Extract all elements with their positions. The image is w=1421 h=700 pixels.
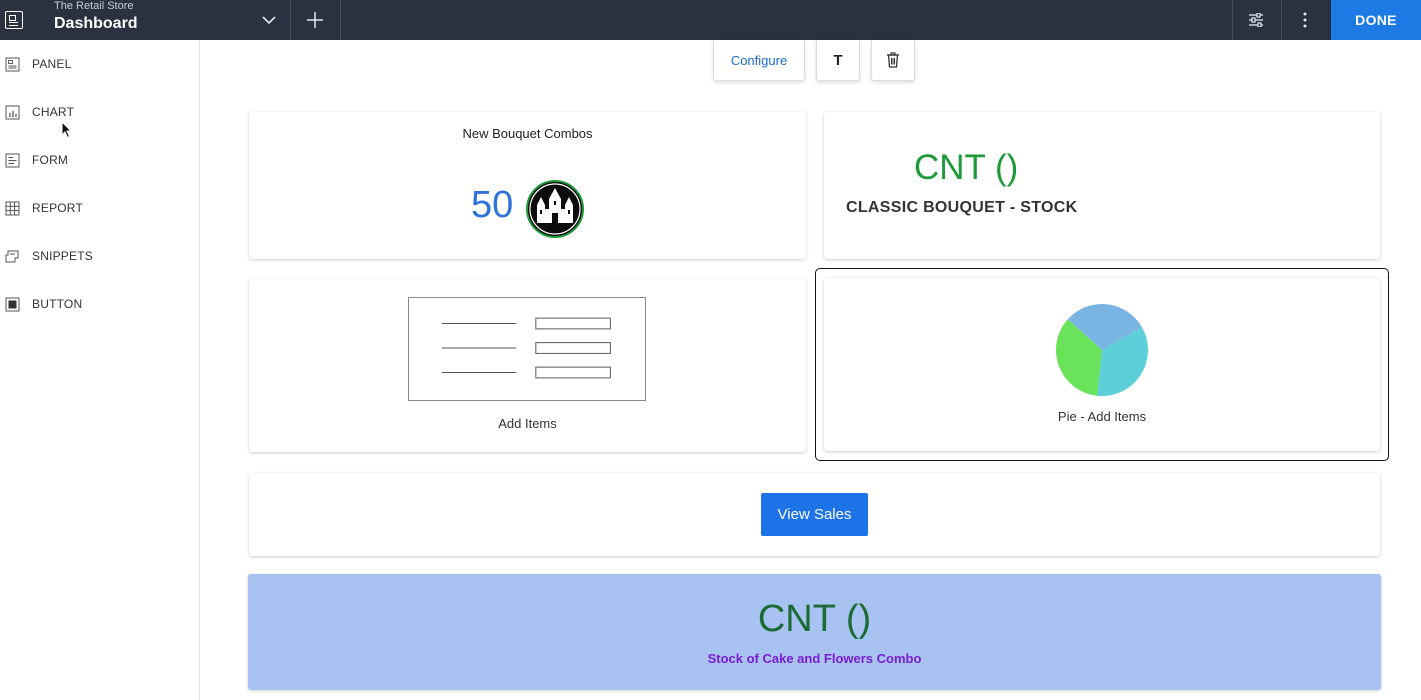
- text-format-button[interactable]: T: [816, 40, 860, 81]
- panel-classic-bouquet-stock[interactable]: CNT () CLASSIC BOUQUET - STOCK: [824, 112, 1380, 259]
- button-icon: [5, 297, 20, 311]
- panel-label: CLASSIC BOUQUET - STOCK: [846, 199, 1078, 216]
- top-bar: The Retail Store Dashboard DONE: [0, 0, 1421, 40]
- sidebar-item-panel[interactable]: PANEL: [0, 49, 199, 79]
- sidebar-item-label: CHART: [32, 105, 75, 119]
- form-preview-icon: [408, 297, 646, 401]
- sidebar-item-label: REPORT: [32, 201, 83, 215]
- chart-icon: [5, 105, 20, 119]
- castle-icon: [526, 180, 584, 238]
- sidebar-item-label: FORM: [32, 153, 69, 167]
- chart-pie-add-items[interactable]: Pie - Add Items: [824, 278, 1380, 451]
- plus-icon: [307, 12, 323, 28]
- panel-label: Stock of Cake and Flowers Combo: [707, 651, 922, 666]
- add-page-button[interactable]: [291, 0, 339, 40]
- chart-label: Pie - Add Items: [1057, 409, 1147, 424]
- sidebar: PANEL CHART FORM REPORT SNIPPETS BUTTON: [0, 40, 200, 700]
- sidebar-item-label: PANEL: [32, 57, 72, 71]
- divider: [340, 0, 341, 40]
- sidebar-item-label: SNIPPETS: [32, 249, 93, 263]
- panel-value: 50: [471, 184, 514, 226]
- configure-button[interactable]: Configure: [713, 40, 805, 81]
- sidebar-item-label: BUTTON: [32, 297, 83, 311]
- panel-view-sales: View Sales: [249, 473, 1380, 556]
- mouse-cursor-icon: [61, 121, 73, 139]
- done-button[interactable]: DONE: [1331, 0, 1421, 40]
- panel-title: New Bouquet Combos: [462, 126, 593, 141]
- settings-sliders-button[interactable]: [1233, 0, 1279, 40]
- trash-icon: [887, 52, 899, 68]
- delete-button[interactable]: [871, 40, 915, 81]
- panel-value: CNT (): [914, 148, 1019, 187]
- form-add-items[interactable]: Add Items: [249, 279, 806, 452]
- panel-new-bouquet-combos[interactable]: New Bouquet Combos 50: [249, 112, 806, 259]
- chevron-down-icon[interactable]: [254, 0, 284, 40]
- sidebar-item-snippets[interactable]: SNIPPETS: [0, 241, 199, 271]
- app-name: The Retail Store: [54, 0, 134, 12]
- form-icon: [5, 153, 20, 167]
- view-sales-button[interactable]: View Sales: [761, 493, 868, 536]
- page-title[interactable]: Dashboard: [54, 15, 138, 33]
- sliders-icon: [1249, 13, 1263, 27]
- form-label: Add Items: [498, 416, 557, 431]
- app-menu-icon[interactable]: [0, 0, 28, 40]
- panel-stock-cake-flowers[interactable]: CNT () Stock of Cake and Flowers Combo: [248, 574, 1381, 690]
- sidebar-item-button[interactable]: BUTTON: [0, 289, 199, 319]
- panel-icon: [5, 57, 20, 71]
- sidebar-item-chart[interactable]: CHART: [0, 97, 199, 127]
- pie-chart: [1056, 304, 1148, 396]
- sidebar-item-form[interactable]: FORM: [0, 145, 199, 175]
- snippets-icon: [5, 250, 19, 262]
- report-icon: [5, 201, 20, 215]
- more-vertical-icon: [1303, 12, 1307, 28]
- more-options-button[interactable]: [1282, 0, 1328, 40]
- panel-value: CNT (): [757, 598, 872, 640]
- sidebar-item-report[interactable]: REPORT: [0, 193, 199, 223]
